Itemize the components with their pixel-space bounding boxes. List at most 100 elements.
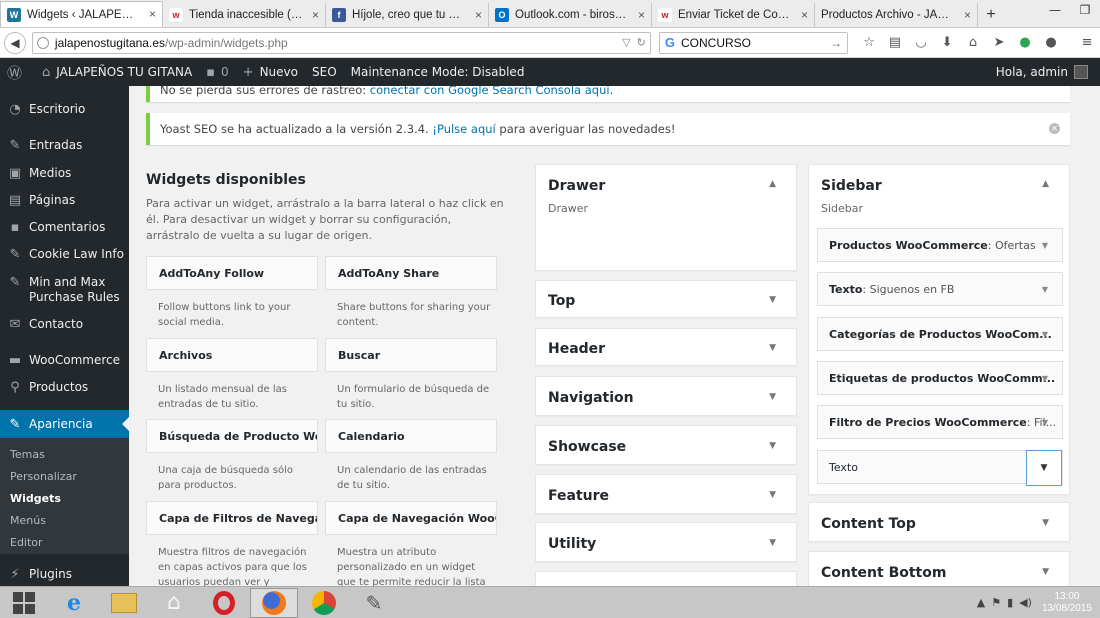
widget-addtoany-share[interactable]: AddToAny Share	[325, 256, 497, 290]
sidebar-widget[interactable]: Categorías de Productos WooCom... ▼	[817, 317, 1063, 351]
search-input[interactable]: CONCURSO	[681, 36, 751, 50]
sidebar-widget[interactable]: Texto: Siguenos en FB ▼	[817, 272, 1063, 306]
seo-link[interactable]: SEO	[305, 58, 344, 86]
url-bar[interactable]: jalapenostugitana.es/wp-admin/widgets.ph…	[31, 31, 651, 54]
dismiss-icon[interactable]: ✕	[1049, 123, 1060, 134]
addon-icon[interactable]: ●	[1012, 32, 1038, 54]
widget-addtoany-follow[interactable]: AddToAny Follow	[146, 256, 318, 290]
expand-down-icon[interactable]: ▼	[1042, 374, 1048, 383]
area-title[interactable]: Drawer	[548, 178, 605, 194]
minimize-icon[interactable]: —	[1040, 0, 1070, 20]
menu-item-min-max[interactable]: ✎ Min and Max Purchase Rules	[0, 275, 129, 305]
reading-list-icon[interactable]: ▤	[882, 32, 908, 54]
wp-logo-button[interactable]: Ⓦ	[0, 58, 35, 86]
widget-capa-navegacion[interactable]: Capa de Navegación WooC...	[325, 501, 497, 535]
submenu-editor[interactable]: Editor	[10, 536, 43, 549]
collapse-up-icon[interactable]: ▲	[1042, 179, 1049, 189]
browser-tab-facebook[interactable]: f Híjole, creo que tu pági... ×	[326, 3, 489, 27]
close-tab-icon[interactable]: ×	[964, 8, 971, 22]
start-button[interactable]	[0, 588, 48, 618]
chat-icon[interactable]: ●	[1038, 32, 1064, 54]
menu-item-productos[interactable]: ⚲ Productos	[0, 380, 129, 395]
submenu-widgets[interactable]: Widgets	[10, 492, 61, 505]
reload-icon[interactable]: ▽ ↻	[622, 36, 646, 49]
browser-tab-ticket[interactable]: w Enviar Ticket de Consult... ×	[652, 3, 815, 27]
taskbar-opera[interactable]	[200, 588, 248, 618]
widget-area-showcase[interactable]: Showcase ▼	[535, 425, 797, 465]
sidebar-widget[interactable]: Texto ▼	[817, 450, 1063, 486]
menu-item-woocommerce[interactable]: ▬ WooCommerce	[0, 353, 129, 368]
home-icon[interactable]: ⌂	[960, 32, 986, 54]
taskbar-firefox[interactable]	[250, 587, 298, 618]
widget-area-utility[interactable]: Utility ▼	[535, 522, 797, 562]
send-icon[interactable]: ➤	[986, 32, 1012, 54]
sidebar-widget[interactable]: Productos WooCommerce: Ofertas ▼	[817, 228, 1063, 262]
taskbar-gimp[interactable]: ✎	[350, 588, 398, 618]
submenu-menus[interactable]: Menús	[10, 514, 46, 527]
menu-item-comentarios[interactable]: ▪ Comentarios	[0, 220, 129, 235]
search-console-link[interactable]: conectar con Google Search Consola aquí	[370, 86, 610, 97]
tray-network-icon[interactable]: ▮	[1007, 596, 1013, 609]
comments-link[interactable]: ▪ 0	[199, 58, 235, 86]
browser-tab-tienda[interactable]: w Tienda inaccesible (1/1) ×	[163, 3, 326, 27]
close-tab-icon[interactable]: ×	[801, 8, 808, 22]
taskbar-explorer[interactable]	[100, 588, 148, 618]
widget-buscar[interactable]: Buscar	[325, 338, 497, 372]
widget-area-feature[interactable]: Feature ▼	[535, 474, 797, 514]
expand-down-icon[interactable]: ▼	[1042, 567, 1049, 577]
browser-tab-outlook[interactable]: O Outlook.com - birosca... ×	[489, 3, 652, 27]
expand-down-icon[interactable]: ▼	[769, 343, 776, 353]
taskbar-home[interactable]: ⌂	[150, 588, 198, 618]
expand-down-icon[interactable]: ▼	[1026, 450, 1062, 486]
widget-busqueda-producto[interactable]: Búsqueda de Producto Wo...	[146, 419, 318, 453]
close-tab-icon[interactable]: ×	[149, 7, 156, 21]
area-title[interactable]: Sidebar	[821, 178, 882, 194]
menu-item-cookie-law-info[interactable]: ✎ Cookie Law Info	[0, 247, 129, 262]
widget-area-content-bottom[interactable]: Content Bottom ▼	[808, 551, 1070, 586]
expand-down-icon[interactable]: ▼	[1042, 241, 1048, 250]
menu-hamburger-icon[interactable]: ≡	[1074, 32, 1100, 54]
widget-area-next[interactable]	[535, 571, 797, 586]
collapse-up-icon[interactable]: ▲	[769, 179, 776, 189]
close-tab-icon[interactable]: ×	[312, 8, 319, 22]
menu-item-plugins[interactable]: ⚡ Plugins	[0, 567, 129, 582]
menu-item-medios[interactable]: ▣ Medios	[0, 166, 129, 181]
submenu-personalizar[interactable]: Personalizar	[10, 470, 77, 483]
bookmark-star-icon[interactable]: ☆	[856, 32, 882, 54]
widget-calendario[interactable]: Calendario	[325, 419, 497, 453]
menu-item-paginas[interactable]: ▤ Páginas	[0, 193, 129, 208]
pocket-icon[interactable]: ◡	[908, 32, 934, 54]
expand-down-icon[interactable]: ▼	[1042, 418, 1048, 427]
search-bar[interactable]: G CONCURSO →	[658, 31, 849, 54]
browser-tab-widgets[interactable]: W Widgets ‹ JALAPEÑOS TU GI... ×	[0, 1, 163, 27]
menu-item-entradas[interactable]: ✎ Entradas	[0, 138, 129, 153]
sidebar-widget[interactable]: Etiquetas de productos WooComm... ▼	[817, 361, 1063, 395]
menu-item-contacto[interactable]: ✉ Contacto	[0, 317, 129, 332]
download-icon[interactable]: ⬇	[934, 32, 960, 54]
new-tab-button[interactable]: +	[978, 3, 1004, 27]
back-arrow-icon[interactable]: ◀	[4, 31, 26, 54]
menu-item-apariencia[interactable]: ✎ Apariencia	[0, 410, 129, 438]
expand-down-icon[interactable]: ▼	[1042, 518, 1049, 528]
menu-item-escritorio[interactable]: ◔ Escritorio	[0, 102, 129, 117]
restore-icon[interactable]: ❐	[1070, 0, 1100, 20]
widget-archivos[interactable]: Archivos	[146, 338, 318, 372]
maintenance-link[interactable]: Maintenance Mode: Disabled	[344, 58, 532, 86]
expand-down-icon[interactable]: ▼	[1042, 285, 1048, 294]
tray-expand-icon[interactable]: ▲	[977, 596, 985, 609]
widget-area-navigation[interactable]: Navigation ▼	[535, 376, 797, 416]
sidebar-widget[interactable]: Filtro de Precios WooCommerce: Fil... ▼	[817, 405, 1063, 439]
close-tab-icon[interactable]: ×	[638, 8, 645, 22]
my-account-link[interactable]: Hola, admin	[996, 65, 1100, 79]
yoast-news-link[interactable]: ¡Pulse aquí	[432, 122, 495, 136]
search-go-icon[interactable]: →	[830, 36, 842, 50]
new-content-link[interactable]: + Nuevo	[236, 58, 305, 86]
tray-flag-icon[interactable]: ⚑	[991, 596, 1001, 609]
submenu-temas[interactable]: Temas	[10, 448, 45, 461]
expand-down-icon[interactable]: ▼	[769, 295, 776, 305]
close-tab-icon[interactable]: ×	[475, 8, 482, 22]
browser-tab-productos[interactable]: Productos Archivo - JALAPE... ×	[815, 3, 978, 27]
tray-volume-icon[interactable]: ◀)	[1019, 596, 1032, 609]
expand-down-icon[interactable]: ▼	[769, 392, 776, 402]
site-name-link[interactable]: ⌂ JALAPEÑOS TU GITANA	[35, 58, 199, 86]
